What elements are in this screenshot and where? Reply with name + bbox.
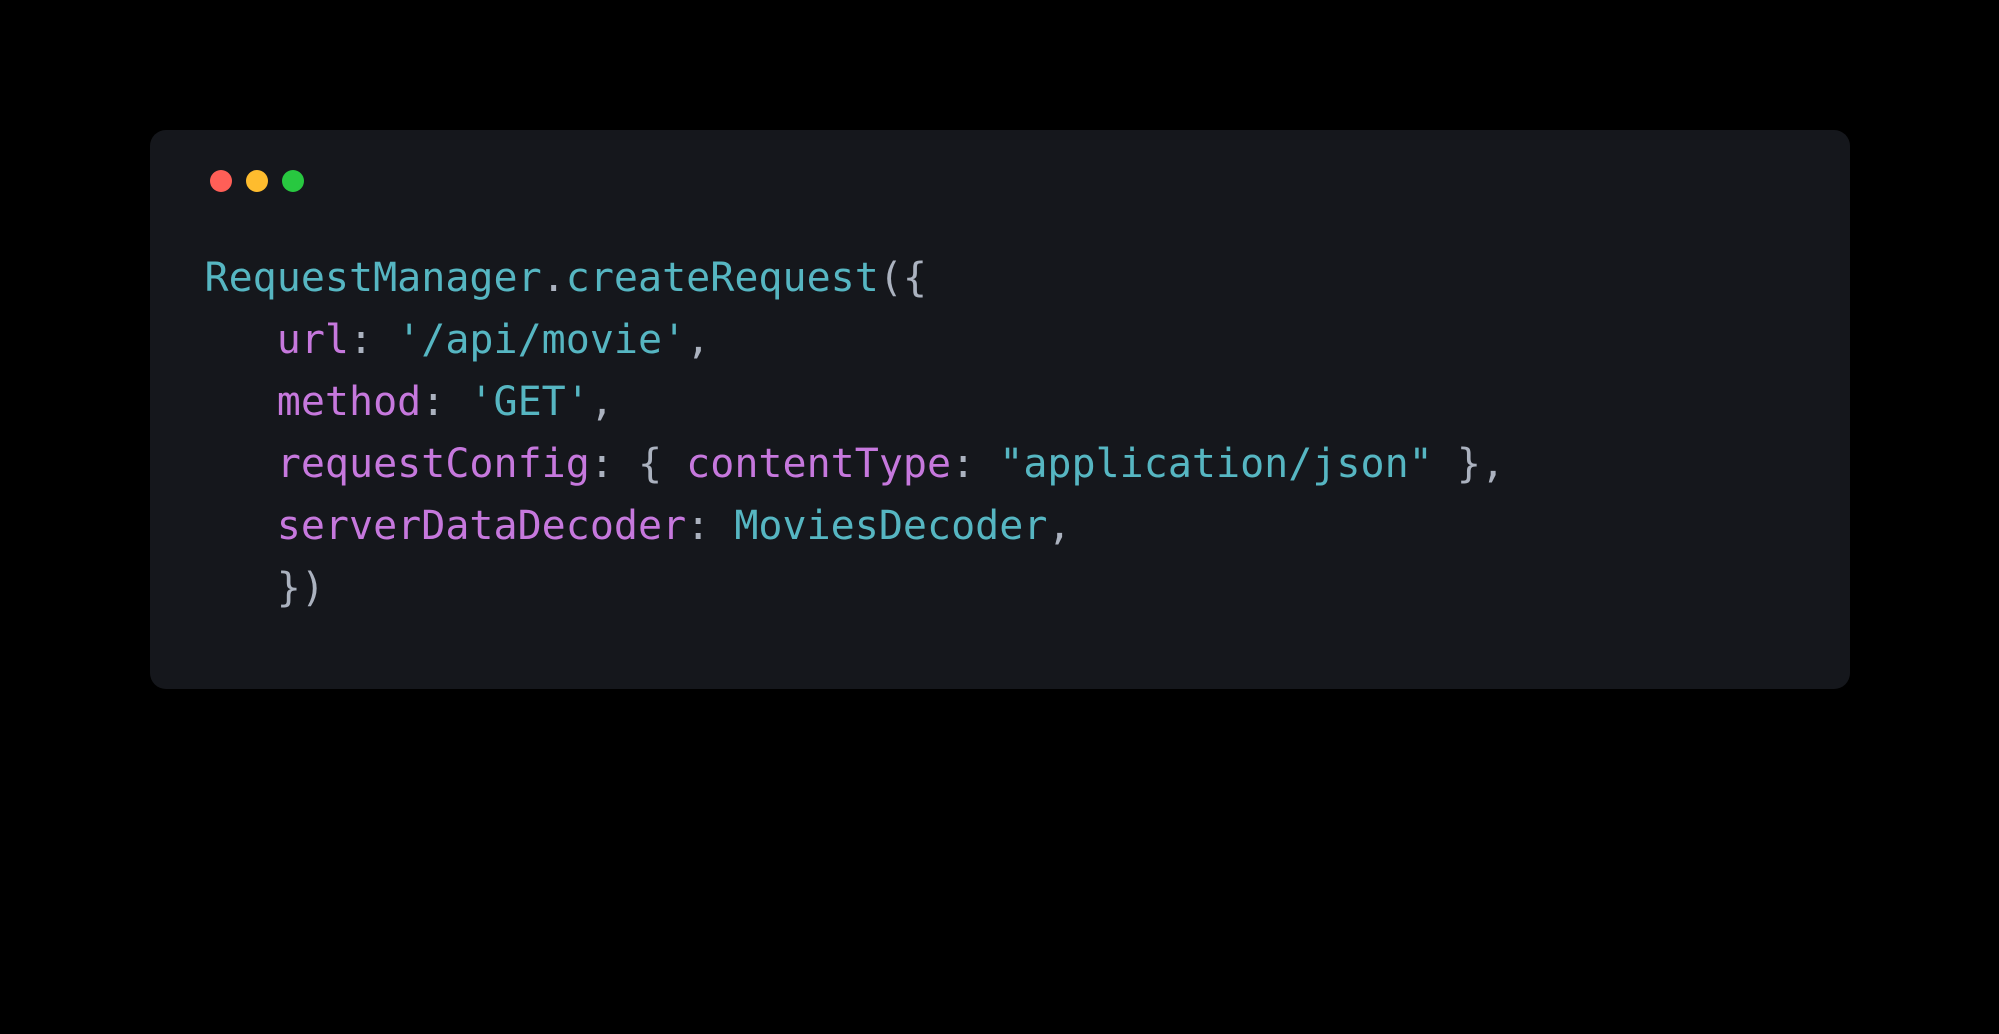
code-line-4: requestConfig: { contentType: "applicati… [205,441,1505,487]
close-icon[interactable] [210,170,232,192]
dot: . [542,255,566,301]
code-line-5: serverDataDecoder: MoviesDecoder, [205,503,1072,549]
traffic-lights [205,170,1795,192]
close-brace-paren: }) [277,565,325,611]
string-url: '/api/movie' [397,317,686,363]
maximize-icon[interactable] [282,170,304,192]
prop-requestconfig: requestConfig [277,441,590,487]
string-contenttype: "application/json" [999,441,1432,487]
code-line-2: url: '/api/movie', [205,317,711,363]
string-method: 'GET' [469,379,589,425]
identifier-moviesdecoder: MoviesDecoder [734,503,1047,549]
code-line-1: RequestManager.createRequest({ [205,255,928,301]
open-paren-brace: ({ [879,255,927,301]
prop-url: url [277,317,349,363]
method-name: createRequest [566,255,879,301]
minimize-icon[interactable] [246,170,268,192]
code-block: RequestManager.createRequest({ url: '/ap… [205,247,1795,619]
prop-contenttype: contentType [686,441,951,487]
code-line-3: method: 'GET', [205,379,614,425]
code-window: RequestManager.createRequest({ url: '/ap… [150,130,1850,689]
code-line-6: }) [205,565,325,611]
prop-serverdatadecoder: serverDataDecoder [277,503,686,549]
prop-method: method [277,379,422,425]
class-name: RequestManager [205,255,542,301]
